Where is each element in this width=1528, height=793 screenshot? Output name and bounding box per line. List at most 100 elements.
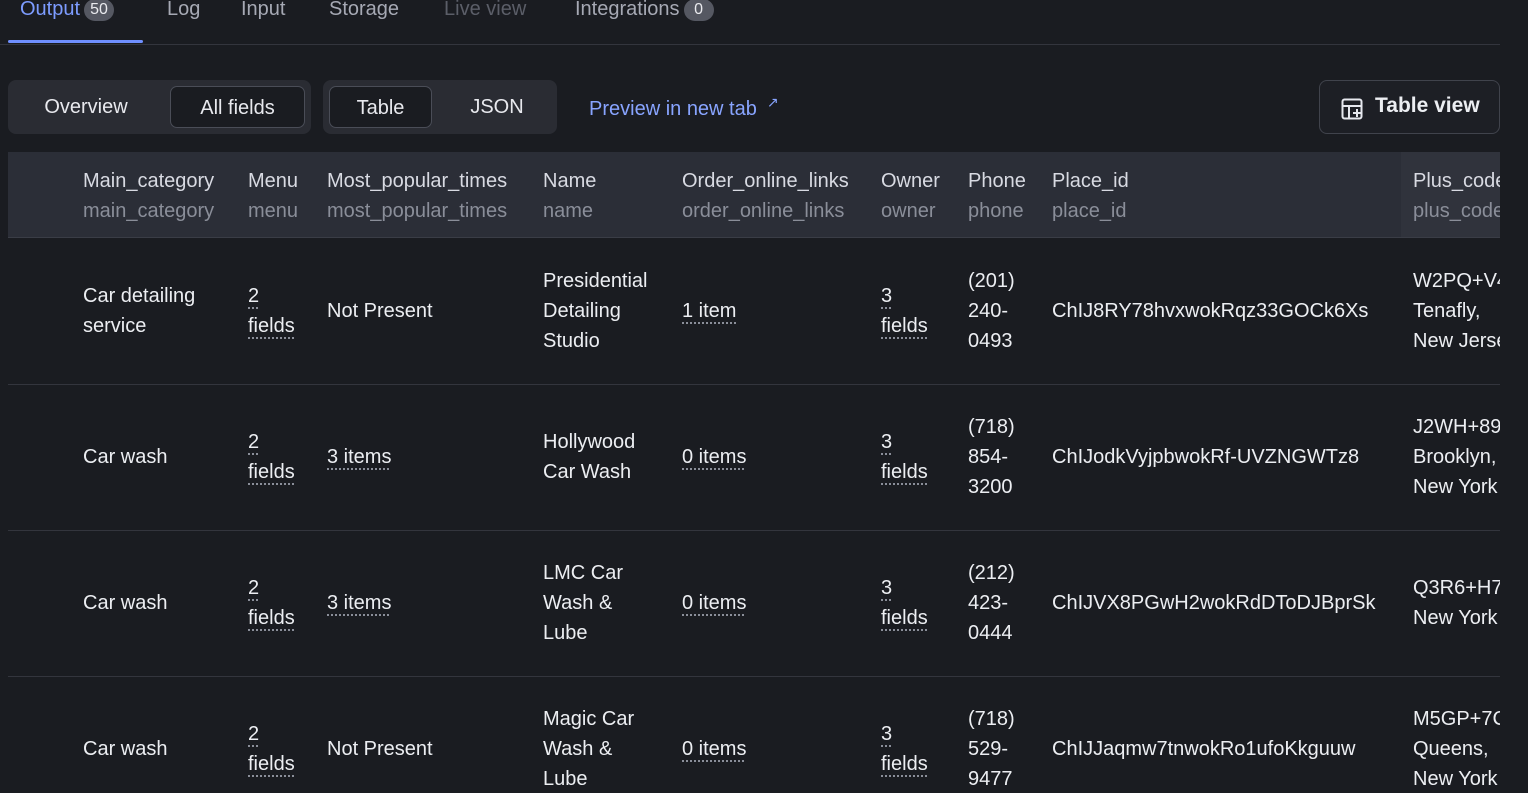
cell-owner[interactable]: 3 fields — [881, 281, 928, 341]
table-format-button[interactable]: Table — [329, 86, 432, 128]
cell-line: fields — [248, 607, 295, 629]
cell-menu[interactable]: 2 fields — [248, 573, 295, 633]
cell-line: LMC Car — [543, 562, 624, 584]
table-row: Car wash 2 fields 3 items LMC Car Wash & Lube 0… — [8, 530, 1500, 677]
cell-line: Lube — [543, 622, 588, 644]
cell-line: 2 — [248, 723, 260, 745]
cell-main-category: Car wash — [83, 734, 167, 764]
column-key: most_popular_times — [327, 200, 508, 222]
column-header-plus-code[interactable]: Plus_code plus_code — [1413, 166, 1500, 226]
tab-input[interactable]: Input — [241, 0, 285, 22]
table-row: Car detailing service 2 fields Not Present Pr… — [8, 238, 1500, 385]
cell-line: 0 items — [682, 592, 747, 614]
cell-menu[interactable]: 2 fields — [248, 427, 295, 487]
cell-owner[interactable]: 3 fields — [881, 719, 928, 779]
cell-line: Hollywood — [543, 431, 636, 453]
table-view-label: Table view — [1375, 94, 1480, 117]
cell-order-online-links[interactable]: 1 item — [682, 296, 736, 326]
cell-owner[interactable]: 3 fields — [881, 573, 928, 633]
cell-line: Studio — [543, 330, 600, 352]
cell-line: 3200 — [968, 476, 1013, 498]
column-title: Menu — [248, 170, 299, 192]
column-key: main_category — [83, 200, 215, 222]
cell-line: Car detailing — [83, 285, 196, 307]
cell-line: Car wash — [83, 446, 168, 468]
cell-line: Not Present — [327, 738, 433, 760]
cell-line: Not Present — [327, 300, 433, 322]
cell-plus-code: J2WH+89 Brooklyn, New York — [1413, 412, 1500, 502]
cell-line: 3 items — [327, 446, 392, 468]
cell-main-category: Car wash — [83, 442, 167, 472]
cell-plus-code: M5GP+7C Queens, New York — [1413, 704, 1500, 793]
tab-integrations-label: Integrations — [575, 0, 680, 20]
cell-order-online-links[interactable]: 0 items — [682, 442, 746, 472]
preview-in-new-tab-link[interactable]: Preview in new tab ↗ — [589, 94, 779, 121]
cell-line: fields — [248, 753, 295, 775]
cell-line: 0 items — [682, 446, 747, 468]
all-fields-button[interactable]: All fields — [170, 86, 305, 128]
cell-line: service — [83, 315, 147, 337]
cell-name: Hollywood Car Wash — [543, 427, 635, 487]
cell-order-online-links[interactable]: 0 items — [682, 588, 746, 618]
json-format-button[interactable]: JSON — [441, 86, 553, 128]
cell-most-popular-times[interactable]: 3 items — [327, 588, 391, 618]
cell-line: Wash & — [543, 592, 613, 614]
column-key: place_id — [1052, 200, 1127, 222]
cell-line: 3 — [881, 723, 893, 745]
column-header-place-id[interactable]: Place_id place_id — [1052, 166, 1129, 226]
table-view-button[interactable]: Table view — [1319, 80, 1500, 134]
cell-order-online-links[interactable]: 0 items — [682, 734, 746, 764]
column-header-name[interactable]: Name name — [543, 166, 596, 226]
column-title: Name — [543, 170, 597, 192]
cell-line: Brooklyn, — [1413, 446, 1497, 468]
cell-most-popular-times: Not Present — [327, 734, 433, 764]
overview-button[interactable]: Overview — [14, 86, 158, 128]
cell-name: LMC Car Wash & Lube — [543, 558, 623, 648]
tab-output[interactable]: Output 50 — [20, 0, 115, 22]
cell-line: New York — [1413, 768, 1498, 790]
cell-line: 1 item — [682, 300, 737, 322]
column-header-order-online-links[interactable]: Order_online_links order_online_links — [682, 166, 849, 226]
cell-line: fields — [881, 753, 928, 775]
cell-plus-code: Q3R6+H7 New York — [1413, 573, 1500, 633]
column-header-main-category[interactable]: Main_category main_category — [83, 166, 214, 226]
cell-most-popular-times[interactable]: 3 items — [327, 442, 391, 472]
cell-line: Magic Car — [543, 708, 635, 730]
tab-storage[interactable]: Storage — [329, 0, 399, 22]
table-grid-icon — [1341, 98, 1363, 120]
cell-line: fields — [248, 315, 295, 337]
column-header-owner[interactable]: Owner owner — [881, 166, 940, 226]
column-header-menu[interactable]: Menu menu — [248, 166, 298, 226]
cell-line: 2 — [248, 431, 260, 453]
column-title: Phone — [968, 170, 1026, 192]
preview-link-label: Preview in new tab — [589, 98, 757, 120]
column-header-most-popular-times[interactable]: Most_popular_times most_popular_times — [327, 166, 507, 226]
column-title: Plus_code — [1413, 170, 1500, 192]
cell-owner[interactable]: 3 fields — [881, 427, 928, 487]
cell-line: Car wash — [83, 738, 168, 760]
cell-line: fields — [881, 607, 928, 629]
cell-phone: (718) 854- 3200 — [968, 412, 1015, 502]
format-toggle: Table JSON — [323, 80, 557, 134]
tab-live-view[interactable]: Live view — [444, 0, 526, 22]
cell-place-id: ChIJ8RY78hvxwokRqz33GOCk6Xs — [1052, 296, 1368, 326]
cell-line: ChIJVX8PGwH2wokRdDToDJBprSk — [1052, 592, 1376, 614]
cell-line: fields — [881, 315, 928, 337]
cell-line: (718) — [968, 708, 1015, 730]
cell-menu[interactable]: 2 fields — [248, 719, 295, 779]
tab-integrations[interactable]: Integrations 0 — [575, 0, 714, 22]
column-key: owner — [881, 200, 936, 222]
tab-log[interactable]: Log — [167, 0, 200, 22]
column-title: Main_category — [83, 170, 215, 192]
results-table: Main_category main_category Menu menu Most… — [8, 152, 1500, 793]
cell-line: (718) — [968, 416, 1015, 438]
cell-line: fields — [248, 461, 295, 483]
cell-menu[interactable]: 2 fields — [248, 281, 295, 341]
cell-line: Q3R6+H7 — [1413, 577, 1500, 599]
cell-line: W2PQ+V4 — [1413, 270, 1500, 292]
column-title: Most_popular_times — [327, 170, 508, 192]
output-count-badge: 50 — [84, 0, 115, 21]
column-title: Order_online_links — [682, 170, 849, 192]
cell-line: New York — [1413, 476, 1498, 498]
column-header-phone[interactable]: Phone phone — [968, 166, 1026, 226]
